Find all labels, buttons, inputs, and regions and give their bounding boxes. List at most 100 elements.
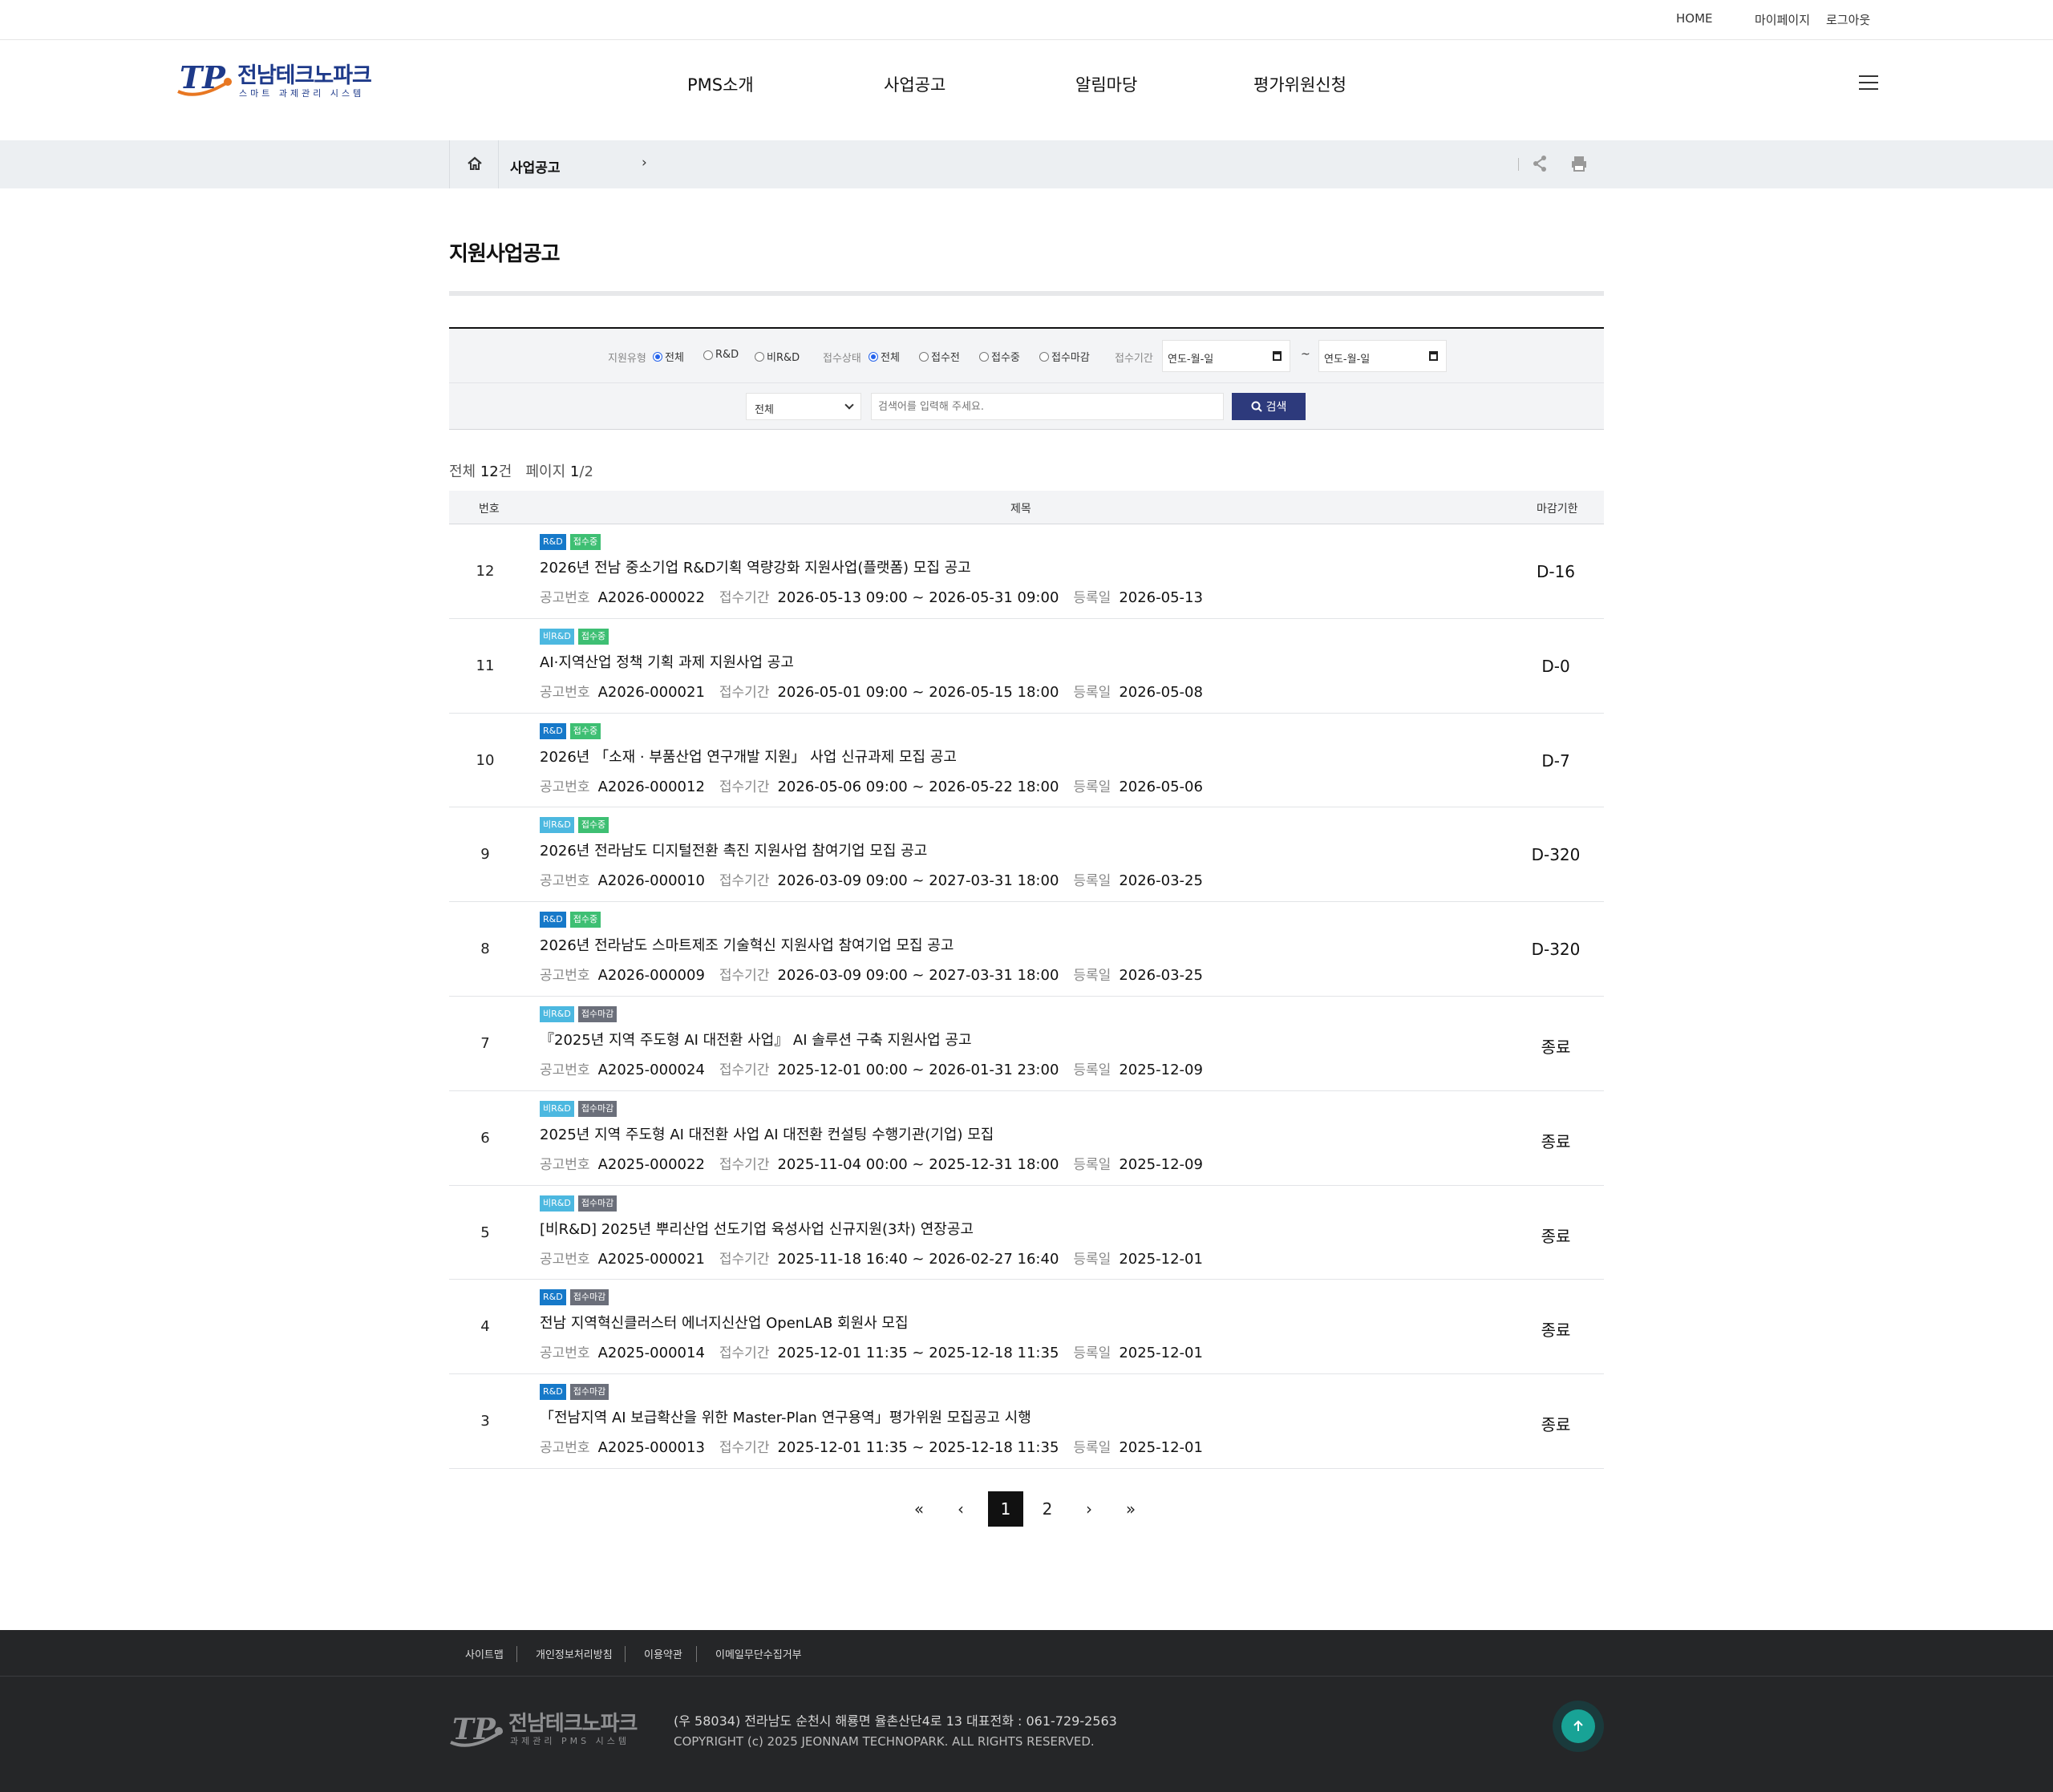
table-row[interactable]: 12 R&D 접수중 2026년 전남 중소기업 R&D기획 역량강화 지원사업(플랫… — [449, 524, 1604, 619]
status-badge: 접수마감 — [577, 1005, 618, 1022]
home-link[interactable]: HOME — [1676, 11, 1713, 26]
header-num: 번호 — [479, 503, 500, 516]
type-badge: 비R&D — [540, 1195, 574, 1212]
table-row[interactable]: 11 비R&D 접수중 AI·지역산업 정책 기획 과제 지원사업 공고 공고번호 A20… — [449, 619, 1604, 714]
footer-link-email-refusal[interactable]: 이메일무단수집거부 — [715, 1646, 802, 1661]
mypage-link[interactable]: 마이페이지 — [1755, 11, 1810, 28]
logout-link[interactable]: 로그아웃 — [1826, 11, 1870, 28]
row-number: 9 — [480, 846, 490, 864]
row-title-link[interactable]: 전남 지역혁신클러스터 에너지신산업 OpenLAB 회원사 모집 — [540, 1312, 909, 1333]
row-badges: 비R&D 접수마감 — [540, 1005, 618, 1022]
row-badges: 비R&D 접수마감 — [540, 1100, 618, 1117]
status-radio-all[interactable]: 전체 — [869, 349, 900, 364]
row-deadline: 종료 — [1541, 1415, 1571, 1435]
result-summary: 전체 12건 페이지 1/2 — [449, 463, 593, 480]
footer: TP 전남테크노파크 과제관리 PMS 시스템 (우 58034) 전라남도 순… — [0, 1677, 2053, 1792]
status-badge: 접수중 — [577, 817, 609, 834]
footer-link-privacy[interactable]: 개인정보처리방침 — [536, 1646, 613, 1661]
breadcrumb: 사업공고 › — [0, 140, 2053, 188]
row-title-link[interactable]: 2026년 전라남도 스마트제조 기술혁신 지원사업 참여기업 모집 공고 — [540, 934, 954, 955]
row-title-link[interactable]: 2026년 전라남도 디지털전환 촉진 지원사업 참여기업 모집 공고 — [540, 839, 927, 860]
table-row[interactable]: 7 비R&D 접수마감 『2025년 지역 주도형 AI 대전환 사업』 AI 솔루션… — [449, 997, 1604, 1091]
row-badges: R&D 접수중 — [540, 534, 601, 550]
table-row[interactable]: 10 R&D 접수중 2026년 「소재 · 부품산업 연구개발 지원」 사업 신규과… — [449, 714, 1604, 808]
last-page-icon[interactable]: » — [1113, 1491, 1148, 1527]
row-number: 7 — [480, 1034, 490, 1052]
row-badges: 비R&D 접수마감 — [540, 1195, 618, 1212]
next-page-icon[interactable]: › — [1071, 1491, 1107, 1527]
row-deadline: 종료 — [1541, 1037, 1571, 1057]
type-radio-rnd[interactable]: R&D — [703, 349, 739, 361]
prev-page-icon[interactable]: ‹ — [943, 1491, 978, 1527]
share-icon[interactable] — [1532, 155, 1548, 176]
page-1[interactable]: 1 — [988, 1491, 1023, 1527]
footer-links: 사이트맵 개인정보처리방침 이용약관 이메일무단수집거부 — [0, 1630, 2053, 1677]
type-badge: R&D — [540, 1289, 566, 1306]
table-row[interactable]: 9 비R&D 접수중 2026년 전라남도 디지털전환 촉진 지원사업 참여기업 모집… — [449, 807, 1604, 903]
footer-copyright: COPYRIGHT (c) 2025 JEONNAM TECHNOPARK. A… — [674, 1734, 1095, 1749]
menu-icon[interactable] — [1859, 75, 1878, 91]
row-title-link[interactable]: 「전남지역 AI 보급확산을 위한 Master-Plan 연구용역」평가위원 … — [540, 1406, 1031, 1427]
status-radio-before[interactable]: 접수전 — [919, 349, 960, 364]
search-button[interactable]: 검색 — [1232, 393, 1306, 420]
row-deadline: D-320 — [1531, 940, 1581, 960]
page-2[interactable]: 2 — [1030, 1491, 1065, 1527]
type-badge: 비R&D — [540, 628, 574, 645]
gnb-news[interactable]: 알림마당 — [1075, 72, 1137, 96]
logo-name: 전남테크노파크 — [237, 63, 372, 88]
gnb-evaluator[interactable]: 평가위원신청 — [1253, 72, 1346, 96]
table-row[interactable]: 8 R&D 접수중 2026년 전라남도 스마트제조 기술혁신 지원사업 참여기업 모… — [449, 902, 1604, 997]
row-number: 8 — [480, 940, 490, 958]
arrow-up-icon — [1573, 1720, 1583, 1731]
header-title: 제목 — [1010, 503, 1031, 516]
table-row[interactable]: 4 R&D 접수마감 전남 지역혁신클러스터 에너지신산업 OpenLAB 회원사 모… — [449, 1280, 1604, 1375]
footer-link-sitemap[interactable]: 사이트맵 — [465, 1646, 504, 1661]
footer-link-terms[interactable]: 이용약관 — [644, 1646, 682, 1661]
site-logo[interactable]: TP 전남테크노파크 스마트 과제관리 시스템 — [175, 56, 372, 104]
filter-row: 지원유형 전체 R&D 비R&D 접수상태 전체 접수전 접수중 접수마감 접수… — [449, 329, 1604, 383]
footer-address: (우 58034) 전라남도 순천시 해룡면 율촌산단4로 13 대표전화 : … — [674, 1713, 1117, 1729]
search-field-select[interactable]: 전체 — [746, 393, 861, 420]
row-title-link[interactable]: 2026년 전남 중소기업 R&D기획 역량강화 지원사업(플랫폼) 모집 공고 — [540, 556, 971, 577]
table-row[interactable]: 3 R&D 접수마감 「전남지역 AI 보급확산을 위한 Master-Plan 연구… — [449, 1374, 1604, 1469]
chevron-right-icon[interactable]: › — [642, 155, 647, 171]
row-badges: R&D 접수마감 — [540, 1384, 609, 1401]
row-meta: 공고번호 A2025-000014 접수기간 2025-12-01 11:35 ~ 2… — [540, 1345, 1203, 1362]
gnb-notice[interactable]: 사업공고 — [884, 72, 946, 96]
calendar-icon — [1429, 351, 1438, 361]
breadcrumb-current[interactable]: 사업공고 — [510, 156, 561, 176]
row-title-link[interactable]: AI·지역산업 정책 기획 과제 지원사업 공고 — [540, 651, 794, 672]
status-radio-closed[interactable]: 접수마감 — [1039, 349, 1090, 364]
type-badge: 비R&D — [540, 1100, 574, 1117]
row-title-link[interactable]: 2026년 「소재 · 부품산업 연구개발 지원」 사업 신규과제 모집 공고 — [540, 746, 957, 767]
row-deadline: 종료 — [1541, 1226, 1571, 1246]
status-radio-open[interactable]: 접수중 — [979, 349, 1020, 364]
start-date-input[interactable]: 연도-월-일 — [1162, 340, 1290, 372]
row-title-link[interactable]: 『2025년 지역 주도형 AI 대전환 사업』 AI 솔루션 구축 지원사업 … — [540, 1029, 972, 1050]
table-row[interactable]: 5 비R&D 접수마감 [비R&D] 2025년 뿌리산업 선도기업 육성사업 신규지… — [449, 1186, 1604, 1280]
row-title-link[interactable]: [비R&D] 2025년 뿌리산업 선도기업 육성사업 신규지원(3차) 연장공… — [540, 1218, 974, 1239]
row-number: 6 — [480, 1129, 490, 1147]
first-page-icon[interactable]: « — [901, 1491, 937, 1527]
type-badge: 비R&D — [540, 1005, 574, 1022]
row-title-link[interactable]: 2025년 지역 주도형 AI 대전환 사업 AI 대전환 컨설팅 수행기관(기… — [540, 1123, 994, 1144]
home-button[interactable] — [449, 140, 499, 188]
row-number: 10 — [476, 751, 495, 769]
print-icon[interactable] — [1570, 155, 1588, 176]
home-icon — [468, 156, 482, 170]
search-input[interactable] — [871, 393, 1224, 420]
end-date-input[interactable]: 연도-월-일 — [1318, 340, 1447, 372]
row-meta: 공고번호 A2026-000012 접수기간 2026-05-06 09:00 ~ 2… — [540, 778, 1203, 795]
row-number: 5 — [480, 1224, 490, 1241]
table-row[interactable]: 6 비R&D 접수마감 2025년 지역 주도형 AI 대전환 사업 AI 대전환 컨… — [449, 1091, 1604, 1186]
type-badge: R&D — [540, 1384, 566, 1401]
tp-logo-icon: TP — [450, 1713, 504, 1747]
chevron-down-icon — [844, 400, 854, 410]
status-badge: 접수마감 — [569, 1384, 609, 1401]
type-radio-all[interactable]: 전체 — [653, 349, 684, 364]
row-number: 4 — [480, 1318, 490, 1336]
type-radio-non-rnd[interactable]: 비R&D — [755, 349, 800, 364]
gnb-pms-intro[interactable]: PMS소개 — [687, 72, 754, 96]
scroll-top-button[interactable] — [1553, 1701, 1604, 1752]
row-meta: 공고번호 A2025-000021 접수기간 2025-11-18 16:40 ~ 2… — [540, 1250, 1203, 1268]
